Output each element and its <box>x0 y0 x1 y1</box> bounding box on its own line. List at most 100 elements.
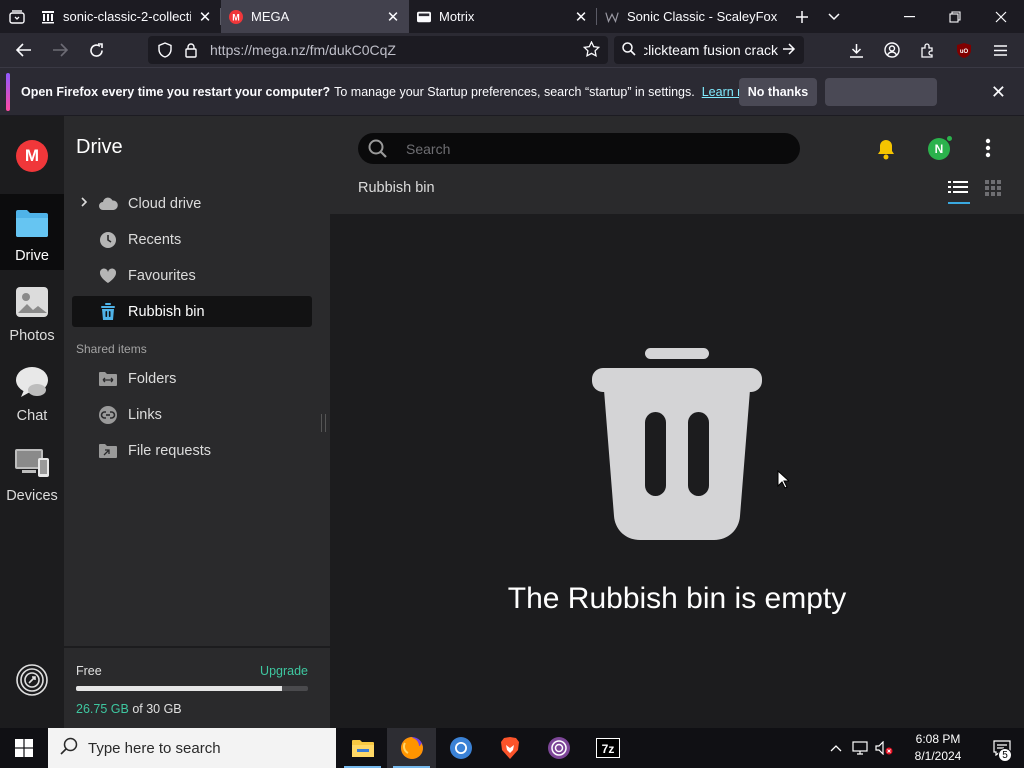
url-bar[interactable]: https://mega.nz/fm/dukC0CqZ <box>148 36 608 64</box>
storage-plan: Free <box>76 664 102 678</box>
storage-progress-bar <box>76 686 308 691</box>
sidebar-item-links[interactable]: Links <box>72 399 312 430</box>
clock-date: 8/1/2024 <box>914 749 962 763</box>
rail-item-drive[interactable]: Drive <box>0 194 64 270</box>
devices-icon <box>14 448 50 482</box>
storage-usage: 26.75 GB of 30 GB <box>76 702 182 716</box>
shield-icon[interactable] <box>152 42 178 58</box>
tor-icon[interactable] <box>534 728 583 768</box>
sidebar-item-shared-folders[interactable]: Folders <box>72 363 312 394</box>
photos-icon <box>15 286 49 322</box>
restore-icon[interactable] <box>932 0 978 33</box>
7zip-icon[interactable]: 7z <box>583 728 632 768</box>
ublock-origin-icon[interactable]: uO <box>946 35 982 65</box>
search-icon <box>60 737 78 759</box>
more-options-icon[interactable] <box>985 138 991 163</box>
rail-item-devices[interactable]: Devices <box>0 434 64 510</box>
mega-search-input[interactable]: Search <box>358 133 800 164</box>
rail-label: Drive <box>15 248 49 264</box>
sidebar-item-file-requests[interactable]: File requests <box>72 435 312 466</box>
storage-panel: Free Upgrade 26.75 GB of 30 GB <box>64 646 330 728</box>
list-view-icon[interactable] <box>948 180 970 204</box>
storage-progress-fill <box>76 686 283 691</box>
sidebar-item-label: Links <box>128 406 162 423</box>
sidebar-item-favourites[interactable]: Favourites <box>72 260 312 291</box>
list-all-tabs-icon[interactable] <box>0 0 33 33</box>
brave-icon[interactable] <box>485 728 534 768</box>
firefox-icon[interactable] <box>387 728 436 768</box>
file-explorer-icon[interactable] <box>338 728 387 768</box>
close-tab-icon[interactable]: ✕ <box>385 9 401 26</box>
taskbar-search-input[interactable]: Type here to search <box>48 728 336 768</box>
main-content: Search N Rubbish bin The Rubbish bin is … <box>330 116 1024 728</box>
link-icon <box>98 405 118 425</box>
browser-tab-bar: sonic-classic-2-collection ✕ M MEGA ✕ Mo… <box>0 0 1024 33</box>
sidebar-item-recents[interactable]: Recents <box>72 224 312 255</box>
action-center-icon[interactable]: 5 <box>980 728 1024 768</box>
notification-count-badge: 5 <box>998 748 1012 762</box>
rail-item-photos[interactable]: Photos <box>0 274 64 350</box>
notification-secondary-button[interactable] <box>825 78 937 106</box>
network-icon[interactable] <box>848 728 872 768</box>
sidebar-resize-handle[interactable] <box>321 414 326 432</box>
cloud-icon <box>98 194 118 214</box>
browser-tab[interactable]: Motrix ✕ <box>409 0 597 33</box>
minimize-icon[interactable] <box>886 0 932 33</box>
volume-muted-icon[interactable] <box>872 728 896 768</box>
browser-tab[interactable]: Sonic Classic - ScaleyFoxy <box>597 0 785 33</box>
lock-icon[interactable] <box>178 42 204 58</box>
reload-icon[interactable] <box>78 35 114 65</box>
show-hidden-icons-chevron-icon[interactable] <box>824 728 848 768</box>
account-icon[interactable] <box>874 35 910 65</box>
close-tab-icon[interactable]: ✕ <box>197 9 213 26</box>
windows-start-icon[interactable] <box>0 728 48 768</box>
tab-title: Motrix <box>439 9 475 24</box>
close-notification-icon[interactable]: ✕ <box>991 82 1006 103</box>
sidebar-item-cloud-drive[interactable]: Cloud drive <box>72 188 312 219</box>
folder-icon <box>15 208 49 242</box>
shared-items-header: Shared items <box>76 342 147 356</box>
browser-nav-bar: https://mega.nz/fm/dukC0CqZ clickteam fu… <box>0 33 1024 67</box>
avatar-initial: N <box>934 142 944 156</box>
empty-trash-illustration-icon <box>588 346 766 551</box>
web-search-text[interactable]: clickteam fusion crack <box>644 42 778 58</box>
browser-tab[interactable]: sonic-classic-2-collection ✕ <box>33 0 221 33</box>
tab-overflow-chevron-icon[interactable] <box>819 0 849 33</box>
empty-state-message: The Rubbish bin is empty <box>507 582 847 615</box>
sidebar-item-rubbish-bin[interactable]: Rubbish bin <box>72 296 312 327</box>
rail-item-chat[interactable]: Chat <box>0 354 64 430</box>
notifications-bell-icon[interactable] <box>876 138 896 165</box>
startup-notification-bar: Open Firefox every time you restart your… <box>0 67 1024 115</box>
close-tab-icon[interactable]: ✕ <box>573 9 589 26</box>
avatar[interactable]: N <box>928 135 953 160</box>
chrome-icon[interactable] <box>436 728 485 768</box>
app-rail: M Drive Photos Chat Devices <box>0 116 64 728</box>
hamburger-menu-icon[interactable] <box>982 35 1018 65</box>
web-search-bar[interactable]: clickteam fusion crack <box>614 36 804 64</box>
bookmark-star-icon[interactable] <box>582 39 601 60</box>
grid-view-icon[interactable] <box>985 180 1005 200</box>
browser-tab-active[interactable]: M MEGA ✕ <box>221 0 409 33</box>
url-text[interactable]: https://mega.nz/fm/dukC0CqZ <box>210 42 396 58</box>
trash-icon <box>98 302 118 322</box>
downloads-icon[interactable] <box>838 35 874 65</box>
upgrade-link[interactable]: Upgrade <box>260 664 308 678</box>
tab-title: sonic-classic-2-collection <box>63 9 191 24</box>
chevron-right-icon[interactable] <box>81 197 88 210</box>
mega-logo-icon[interactable]: M <box>16 140 48 172</box>
taskbar-clock[interactable]: 6:08 PM 8/1/2024 <box>896 731 980 765</box>
forward-arrow-icon[interactable] <box>42 35 78 65</box>
clock-icon <box>98 230 118 250</box>
transfers-sync-icon[interactable] <box>16 664 48 696</box>
back-arrow-icon[interactable] <box>6 35 42 65</box>
online-status-dot <box>946 135 953 142</box>
no-thanks-button[interactable]: No thanks <box>739 78 817 106</box>
svg-text:uO: uO <box>960 49 969 55</box>
mouse-cursor-icon <box>777 469 791 494</box>
extensions-puzzle-icon[interactable] <box>910 35 946 65</box>
close-window-icon[interactable] <box>978 0 1024 33</box>
tab-title: MEGA <box>251 9 290 24</box>
new-tab-icon[interactable] <box>785 0 819 33</box>
mega-icon: M <box>229 9 243 24</box>
search-go-arrow-icon[interactable] <box>782 42 796 58</box>
